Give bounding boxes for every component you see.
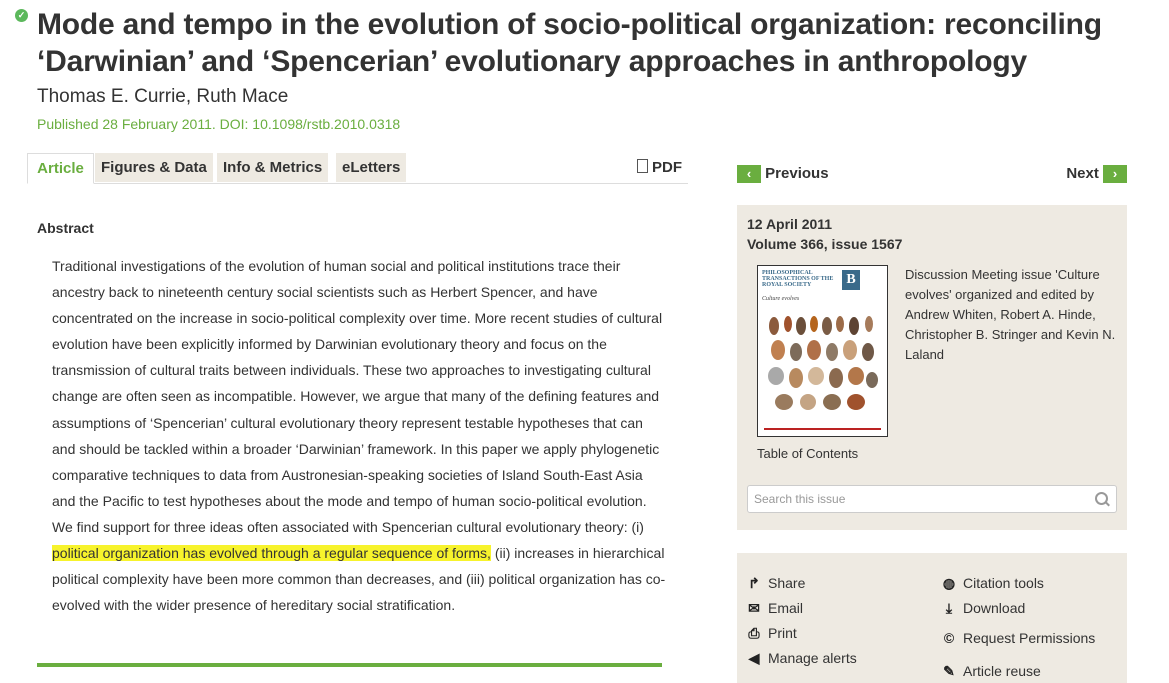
print-button[interactable]: ⎙ Print [746,625,797,642]
publication-info: Published 28 February 2011. DOI: 10.1098… [37,116,401,132]
previous-label: Previous [765,165,829,182]
download-label: Download [963,600,1026,616]
cover-letter: B [842,270,860,290]
previous-article-link[interactable]: ‹ Previous [737,165,829,184]
search-placeholder: Search this issue [754,492,846,506]
next-article-link[interactable]: Next › [1066,165,1127,184]
tab-info-metrics[interactable]: Info & Metrics [217,153,329,182]
issue-cover-image[interactable]: PHILOSOPHICAL TRANSACTIONS OF THE ROYAL … [757,265,888,437]
article-reuse-button[interactable]: ✎ Article reuse [941,663,1041,680]
abstract-highlight: political organization has evolved throu… [52,545,491,562]
search-icon[interactable] [1095,492,1108,505]
tab-eletters[interactable]: eLetters [336,153,407,182]
verified-check-icon: ✓ [15,9,28,22]
manage-alerts-label: Manage alerts [768,650,857,666]
request-permissions-button[interactable]: © Request Permissions [941,630,1095,646]
issue-search-input[interactable]: Search this issue [747,485,1117,513]
cover-footer-bar [764,428,881,430]
cover-journal-name: PHILOSOPHICAL TRANSACTIONS OF THE ROYAL … [762,270,834,288]
abstract-text: Traditional investigations of the evolut… [52,253,667,618]
next-label: Next [1066,165,1099,182]
share-button[interactable]: ↱ Share [746,575,805,592]
email-label: Email [768,600,804,616]
globe-icon: ◍ [942,575,956,591]
chevron-right-icon: › [1103,165,1127,184]
pdf-icon [637,159,648,173]
edit-icon: ✎ [943,663,955,679]
request-permissions-label: Request Permissions [963,630,1096,646]
article-tabs: Article Figures & Data Info & Metrics eL… [27,153,688,184]
manage-alerts-button[interactable]: ◀ Manage alerts [746,650,857,667]
download-button[interactable]: ⤓ Download [941,600,1025,617]
issue-date: 12 April 2011 [747,216,833,232]
print-label: Print [768,625,797,641]
citation-tools-label: Citation tools [963,575,1044,591]
megaphone-icon: ◀ [748,650,760,666]
pdf-link[interactable]: PDF [637,153,682,182]
issue-description: Discussion Meeting issue 'Culture evolve… [905,267,1116,362]
table-of-contents-link[interactable]: Table of Contents [757,446,858,461]
share-label: Share [768,575,806,591]
issue-volume[interactable]: Volume 366, issue 1567 [747,236,902,252]
citation-tools-button[interactable]: ◍ Citation tools [941,575,1044,592]
tab-article[interactable]: Article [27,153,94,184]
share-icon: ↱ [748,575,760,591]
article-authors: Thomas E. Currie, Ruth Mace [37,86,289,107]
printer-icon: ⎙ [748,625,760,641]
download-icon: ⤓ [945,600,953,616]
cover-subtitle: Culture evolves [762,296,800,302]
article-tools-panel: ↱ Share ✉ Email ⎙ Print ◀ Manage alerts ◍ Cit… [737,553,1127,683]
copyright-icon: © [943,630,955,646]
cover-artifacts-illustration [768,316,878,410]
pdf-label: PDF [652,159,682,176]
envelope-icon: ✉ [748,600,760,616]
abstract-heading: Abstract [37,220,94,236]
abstract-text-part-1: Traditional investigations of the evolut… [52,258,663,535]
email-button[interactable]: ✉ Email [746,600,803,617]
article-reuse-label: Article reuse [963,663,1041,679]
chevron-left-icon: ‹ [737,165,761,184]
cover-masthead: PHILOSOPHICAL TRANSACTIONS OF THE ROYAL … [762,270,882,292]
section-divider [37,663,662,667]
issue-panel: 12 April 2011 Volume 366, issue 1567 PHI… [737,205,1127,530]
article-title: Mode and tempo in the evolution of socio… [37,8,1102,78]
tab-figures-data[interactable]: Figures & Data [95,153,213,182]
